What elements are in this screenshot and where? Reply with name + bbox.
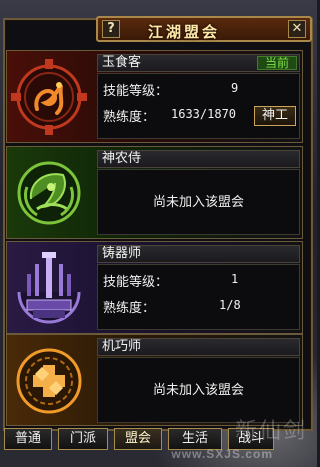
help-button[interactable]: ? [102,20,120,38]
tab-menghui[interactable]: 盟会 [114,428,162,450]
guild-name-bar: 神农侍 [97,150,300,168]
skill-level-label: 技能等级： [103,275,169,290]
guild-name-bar: 玉食客 当前 [97,54,300,72]
guild-stats-panel: 技能等级： 9 熟练度： 1633/1870 神工 [97,73,300,139]
guild-stats-panel: 尚未加入该盟会 [97,169,300,235]
guild-name: 机巧师 [102,339,142,354]
guild-stats-panel: 技能等级： 1 熟练度： 1/8 [97,264,300,330]
not-joined-text: 尚未加入该盟会 [152,195,244,210]
watermark-url: www.SXJS.com [171,447,273,461]
window-title: 江湖盟会 [148,23,221,41]
gear-emblem-icon [7,335,95,426]
proficiency-label: 熟练度： [103,110,156,125]
anvil-emblem-icon [7,242,95,333]
leaf-emblem-icon [7,147,95,238]
skill-level-label: 技能等级： [103,84,169,99]
proficiency-value: 1/8 [219,298,241,312]
skill-level-value: 9 [231,81,239,95]
tab-putong[interactable]: 普通 [4,428,52,450]
guild-card-shennongshi[interactable]: 神农侍 尚未加入该盟会 [6,146,303,239]
proficiency-value: 1633/1870 [171,107,237,121]
guild-name: 铸器师 [102,246,142,261]
tab-menpai[interactable]: 门派 [58,428,108,450]
guild-name-bar: 机巧师 [97,338,300,356]
dragon-emblem-icon [7,51,95,142]
shengong-button[interactable]: 神工 [254,106,296,126]
guild-card-yushike[interactable]: 玉食客 当前 技能等级： 9 熟练度： 1633/1870 神工 [6,50,303,143]
not-joined-text: 尚未加入该盟会 [152,383,244,398]
skill-level-value: 1 [231,272,239,286]
guild-name: 神农侍 [102,151,142,166]
current-status-badge: 当前 [257,56,297,70]
title-bar[interactable]: 江湖盟会 [96,16,312,42]
guild-card-zhuqishi[interactable]: 铸器师 技能等级： 1 熟练度： 1/8 [6,241,303,334]
proficiency-label: 熟练度： [103,301,156,316]
close-button[interactable]: ✕ [288,20,306,38]
watermark-logo: 新仙剑 [234,419,307,444]
guild-name-bar: 铸器师 [97,245,300,263]
guild-name: 玉食客 [102,55,142,70]
